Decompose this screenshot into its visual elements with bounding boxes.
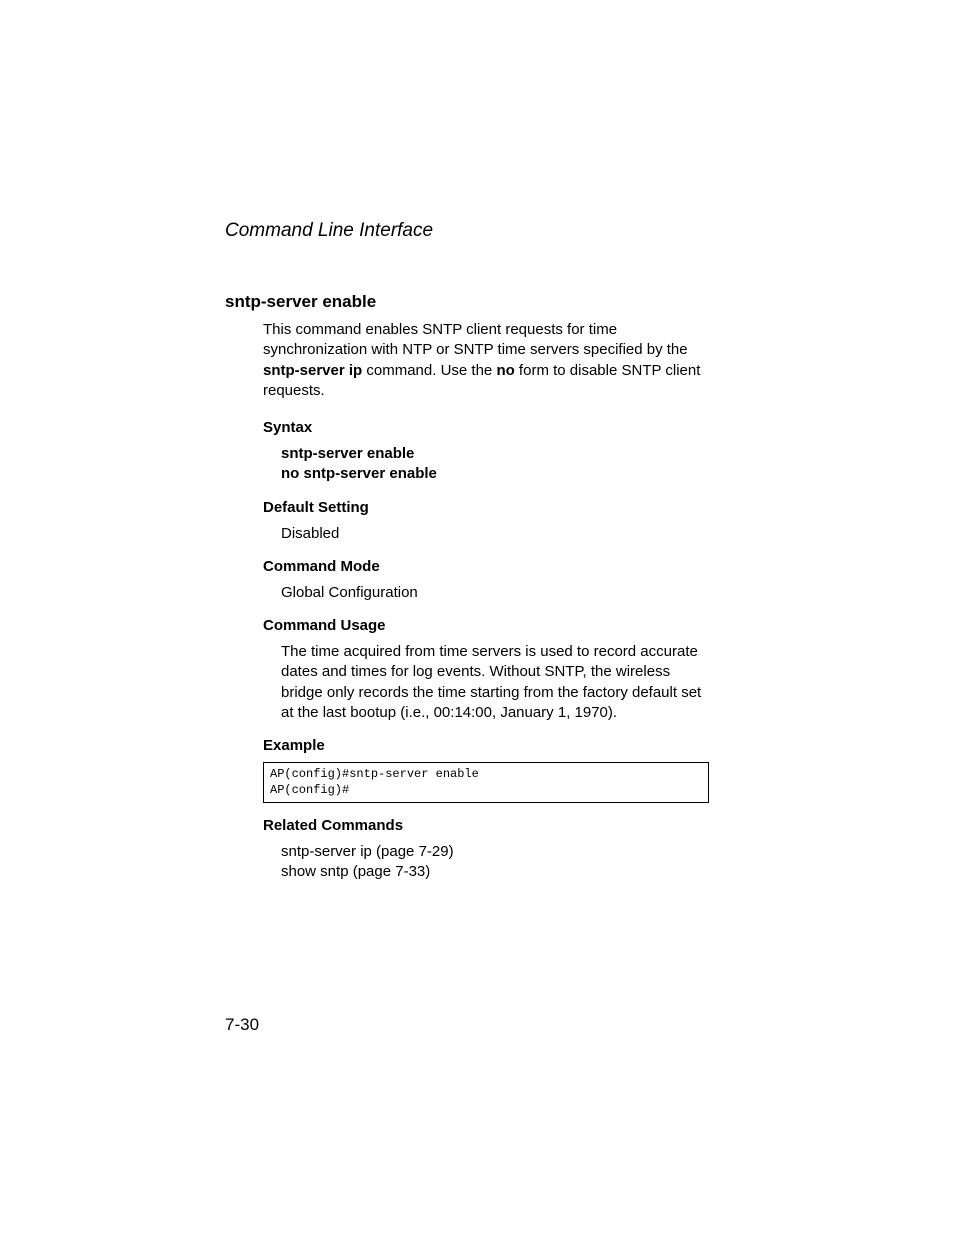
- chapter-title: Command Line Interface: [225, 220, 709, 242]
- command-description: This command enables SNTP client request…: [263, 320, 709, 401]
- related-command-2: show sntp (page 7-33): [281, 862, 709, 882]
- syntax-line-2: no sntp-server enable: [281, 464, 709, 484]
- syntax-label: Syntax: [263, 419, 709, 436]
- example-code: AP(config)#sntp-server enable AP(config)…: [263, 762, 709, 803]
- default-setting-body: Disabled: [281, 524, 709, 544]
- command-mode-label: Command Mode: [263, 558, 709, 575]
- default-setting-label: Default Setting: [263, 499, 709, 516]
- desc-text-1: This command enables SNTP client request…: [263, 321, 688, 358]
- desc-text-2: command. Use the: [362, 362, 496, 379]
- syntax-body: sntp-server enable no sntp-server enable: [281, 444, 709, 485]
- related-commands-label: Related Commands: [263, 817, 709, 834]
- command-usage-body: The time acquired from time servers is u…: [281, 642, 709, 723]
- desc-bold-2: no: [496, 362, 514, 379]
- related-commands-body: sntp-server ip (page 7-29) show sntp (pa…: [281, 842, 709, 883]
- command-title: sntp-server enable: [225, 292, 709, 312]
- command-usage-label: Command Usage: [263, 617, 709, 634]
- desc-bold-1: sntp-server ip: [263, 362, 362, 379]
- related-command-1: sntp-server ip (page 7-29): [281, 842, 709, 862]
- page-number: 7-30: [225, 1015, 259, 1035]
- example-label: Example: [263, 737, 709, 754]
- syntax-line-1: sntp-server enable: [281, 444, 709, 464]
- page-content: Command Line Interface sntp-server enabl…: [0, 0, 954, 883]
- command-mode-body: Global Configuration: [281, 583, 709, 603]
